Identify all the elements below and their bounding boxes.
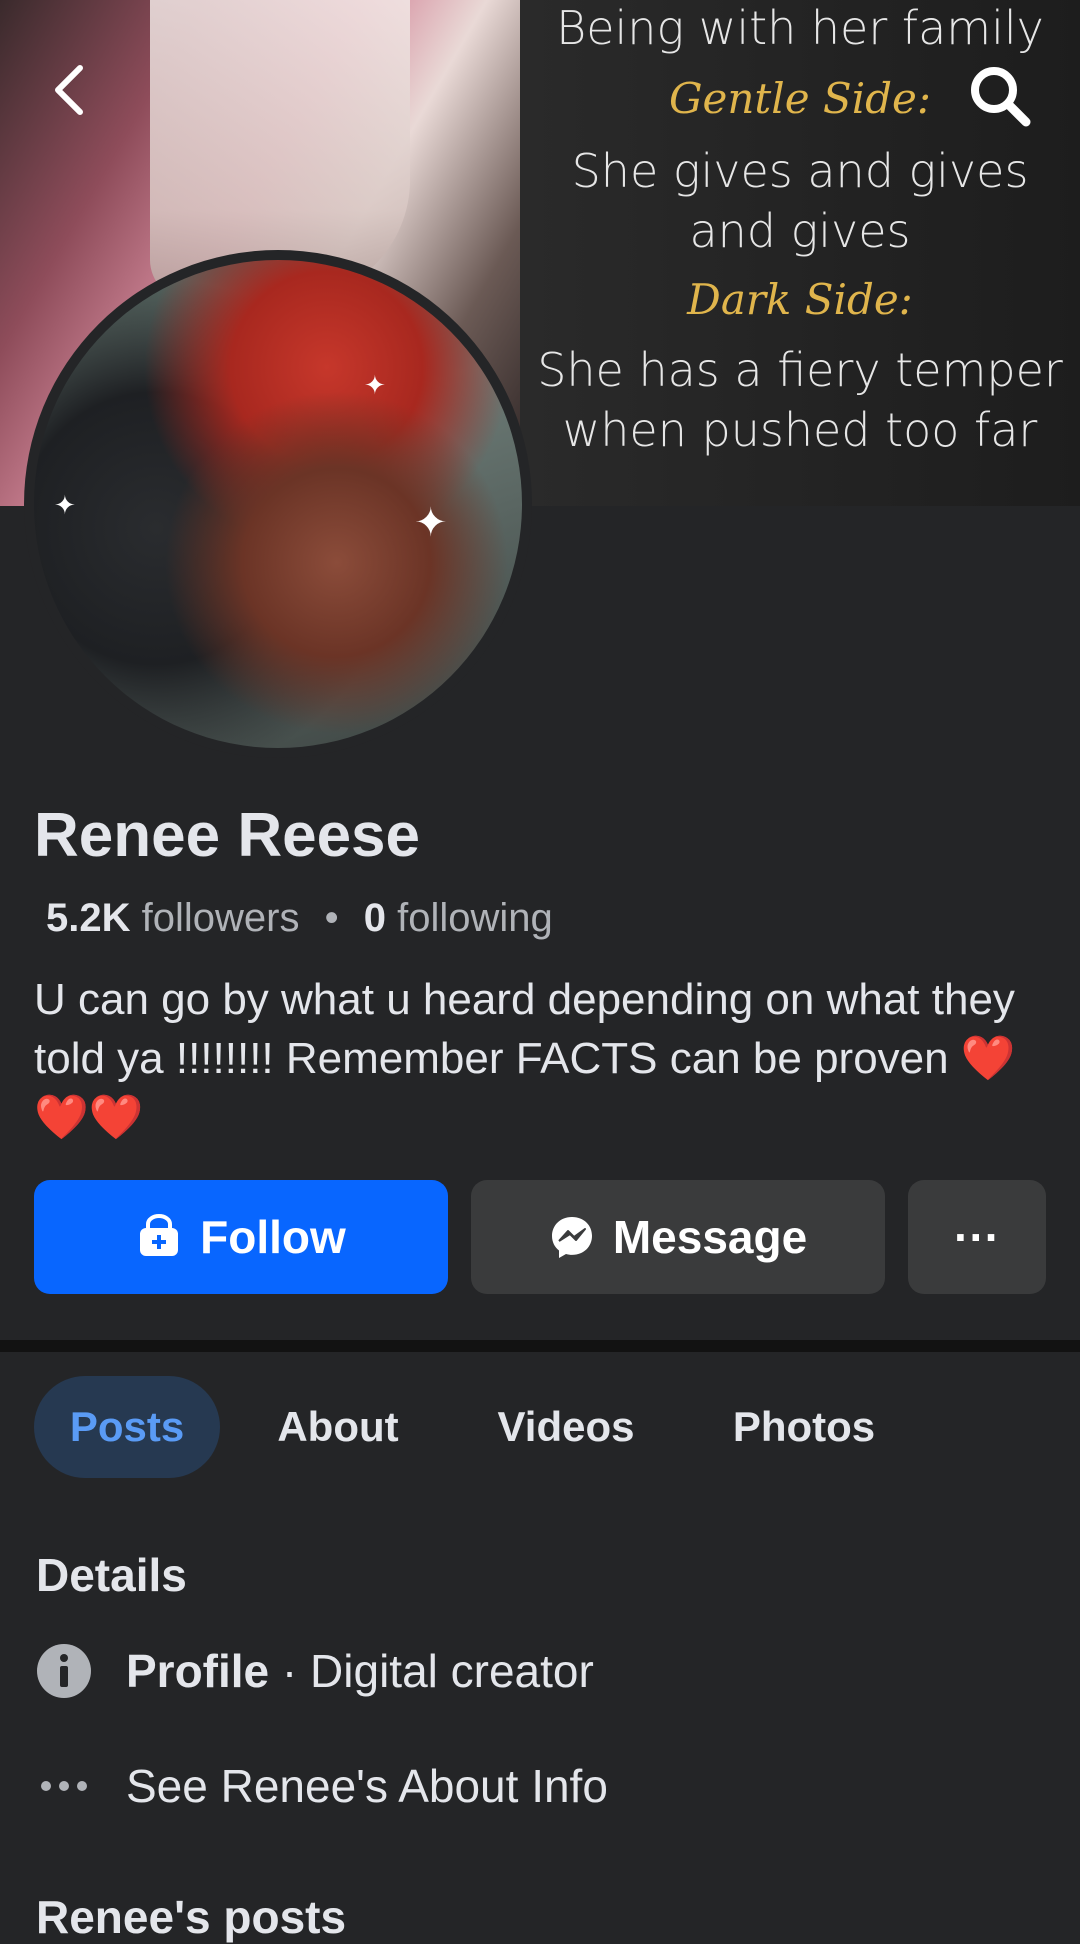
ellipsis-icon (36, 1758, 92, 1814)
profile-name: Renee Reese (34, 801, 421, 870)
info-icon (36, 1643, 92, 1699)
more-options-button[interactable]: ··· (908, 1180, 1046, 1294)
detail-profile-value: Digital creator (310, 1645, 594, 1697)
followers-label[interactable]: followers (142, 896, 300, 940)
tab-about[interactable]: About (262, 1376, 414, 1478)
details-heading: Details (36, 1549, 187, 1601)
tab-photos[interactable]: Photos (716, 1376, 892, 1478)
see-about-info-row[interactable]: See Renee's About Info (36, 1758, 608, 1814)
avatar-image: ✦ ✦ ✦ (34, 260, 522, 748)
follow-icon (136, 1214, 182, 1260)
tab-videos[interactable]: Videos (480, 1376, 652, 1478)
detail-profile-label: Profile (126, 1645, 270, 1697)
message-button[interactable]: Message (471, 1180, 885, 1294)
message-label: Message (612, 1211, 808, 1263)
follow-button[interactable]: Follow (34, 1180, 448, 1294)
see-about-info-link[interactable]: See Renee's About Info (126, 1759, 608, 1813)
detail-profile-row: Profile · Digital creator (36, 1643, 594, 1699)
followers-count[interactable]: 5.2K (46, 896, 131, 940)
following-label[interactable]: following (397, 896, 553, 940)
posts-heading: Renee's posts (36, 1891, 347, 1943)
follow-label: Follow (200, 1211, 346, 1263)
chevron-left-icon (55, 65, 83, 115)
messenger-icon (549, 1214, 595, 1260)
tab-posts[interactable]: Posts (34, 1376, 220, 1478)
profile-picture[interactable]: ✦ ✦ ✦ (24, 250, 532, 758)
cover-heading: Dark Side: (687, 275, 913, 324)
cover-line: She gives and gives (571, 144, 1029, 198)
sparkle-icon: ✦ (54, 490, 76, 520)
cover-line: when pushed too far (562, 403, 1038, 457)
back-button[interactable] (46, 60, 96, 120)
cover-line: Being with her family (556, 1, 1044, 55)
stats-separator: • (324, 896, 339, 940)
sparkle-icon: ✦ (414, 501, 448, 545)
cover-line: She has a fiery temper (537, 343, 1063, 397)
more-icon: ··· (954, 1211, 1000, 1263)
following-count[interactable]: 0 (364, 896, 386, 940)
section-divider (0, 1340, 1080, 1352)
profile-bio: U can go by what u heard depending on wh… (34, 975, 1016, 1142)
search-button[interactable] (968, 64, 1032, 128)
follow-stats: 5.2K followers • 0 following (46, 896, 553, 941)
search-icon (971, 67, 1031, 127)
detail-separator: · (269, 1645, 311, 1697)
cover-line: and gives (689, 204, 911, 258)
sparkle-icon: ✦ (364, 370, 386, 400)
